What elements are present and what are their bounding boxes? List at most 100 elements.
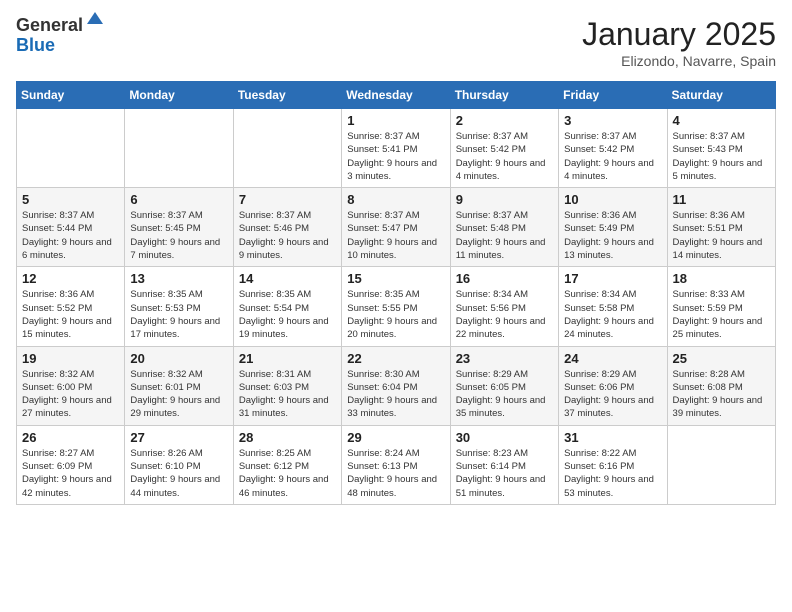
calendar-cell: 10 Sunrise: 8:36 AM Sunset: 5:49 PM Dayli… xyxy=(559,188,667,267)
calendar-header-wednesday: Wednesday xyxy=(342,82,450,109)
calendar-cell: 26 Sunrise: 8:27 AM Sunset: 6:09 PM Dayli… xyxy=(17,425,125,504)
day-number: 9 xyxy=(456,192,553,207)
calendar-cell: 29 Sunrise: 8:24 AM Sunset: 6:13 PM Dayli… xyxy=(342,425,450,504)
day-number: 28 xyxy=(239,430,336,445)
calendar-week-row: 1Sunrise: 8:37 AM Sunset: 5:41 PM Daylig… xyxy=(17,109,776,188)
day-info: Sunrise: 8:37 AM Sunset: 5:43 PM Dayligh… xyxy=(673,130,770,183)
day-number: 2 xyxy=(456,113,553,128)
calendar-cell: 17Sunrise: 8:34 AM Sunset: 5:58 PM Dayli… xyxy=(559,267,667,346)
calendar-cell: 6 Sunrise: 8:37 AM Sunset: 5:45 PM Daylig… xyxy=(125,188,233,267)
day-info: Sunrise: 8:22 AM Sunset: 6:16 PM Dayligh… xyxy=(564,447,661,500)
day-number: 24 xyxy=(564,351,661,366)
calendar-cell: 28Sunrise: 8:25 AM Sunset: 6:12 PM Dayli… xyxy=(233,425,341,504)
calendar-cell: 31Sunrise: 8:22 AM Sunset: 6:16 PM Dayli… xyxy=(559,425,667,504)
calendar-header-monday: Monday xyxy=(125,82,233,109)
day-number: 20 xyxy=(130,351,227,366)
day-info: Sunrise: 8:26 AM Sunset: 6:10 PM Dayligh… xyxy=(130,447,227,500)
day-info: Sunrise: 8:33 AM Sunset: 5:59 PM Dayligh… xyxy=(673,288,770,341)
day-number: 14 xyxy=(239,271,336,286)
logo-blue: Blue xyxy=(16,36,83,56)
day-info: Sunrise: 8:37 AM Sunset: 5:44 PM Dayligh… xyxy=(22,209,119,262)
calendar-cell xyxy=(17,109,125,188)
calendar-cell: 14 Sunrise: 8:35 AM Sunset: 5:54 PM Dayli… xyxy=(233,267,341,346)
logo: General Blue xyxy=(16,16,105,56)
calendar-week-row: 12Sunrise: 8:36 AM Sunset: 5:52 PM Dayli… xyxy=(17,267,776,346)
day-info: Sunrise: 8:37 AM Sunset: 5:42 PM Dayligh… xyxy=(456,130,553,183)
day-number: 27 xyxy=(130,430,227,445)
day-info: Sunrise: 8:24 AM Sunset: 6:13 PM Dayligh… xyxy=(347,447,444,500)
day-info: Sunrise: 8:37 AM Sunset: 5:46 PM Dayligh… xyxy=(239,209,336,262)
day-number: 16 xyxy=(456,271,553,286)
page-header: General Blue January 2025 Elizondo, Nava… xyxy=(16,16,776,69)
calendar-header-friday: Friday xyxy=(559,82,667,109)
calendar-table: SundayMondayTuesdayWednesdayThursdayFrid… xyxy=(16,81,776,505)
day-number: 25 xyxy=(673,351,770,366)
calendar-cell: 24 Sunrise: 8:29 AM Sunset: 6:06 PM Dayli… xyxy=(559,346,667,425)
day-info: Sunrise: 8:32 AM Sunset: 6:01 PM Dayligh… xyxy=(130,368,227,421)
day-info: Sunrise: 8:29 AM Sunset: 6:05 PM Dayligh… xyxy=(456,368,553,421)
calendar-cell: 23 Sunrise: 8:29 AM Sunset: 6:05 PM Dayli… xyxy=(450,346,558,425)
day-number: 18 xyxy=(673,271,770,286)
calendar-week-row: 19 Sunrise: 8:32 AM Sunset: 6:00 PM Dayli… xyxy=(17,346,776,425)
calendar-cell: 11Sunrise: 8:36 AM Sunset: 5:51 PM Dayli… xyxy=(667,188,775,267)
calendar-cell: 13 Sunrise: 8:35 AM Sunset: 5:53 PM Dayli… xyxy=(125,267,233,346)
day-info: Sunrise: 8:32 AM Sunset: 6:00 PM Dayligh… xyxy=(22,368,119,421)
calendar-week-row: 5 Sunrise: 8:37 AM Sunset: 5:44 PM Daylig… xyxy=(17,188,776,267)
calendar-cell: 18 Sunrise: 8:33 AM Sunset: 5:59 PM Dayli… xyxy=(667,267,775,346)
title-block: January 2025 Elizondo, Navarre, Spain xyxy=(582,16,776,69)
calendar-cell: 12Sunrise: 8:36 AM Sunset: 5:52 PM Dayli… xyxy=(17,267,125,346)
day-info: Sunrise: 8:34 AM Sunset: 5:58 PM Dayligh… xyxy=(564,288,661,341)
calendar-header-sunday: Sunday xyxy=(17,82,125,109)
day-number: 13 xyxy=(130,271,227,286)
day-number: 6 xyxy=(130,192,227,207)
day-number: 30 xyxy=(456,430,553,445)
day-number: 5 xyxy=(22,192,119,207)
logo-icon xyxy=(85,8,105,28)
day-info: Sunrise: 8:37 AM Sunset: 5:47 PM Dayligh… xyxy=(347,209,444,262)
day-info: Sunrise: 8:31 AM Sunset: 6:03 PM Dayligh… xyxy=(239,368,336,421)
location: Elizondo, Navarre, Spain xyxy=(582,53,776,69)
calendar-cell: 1Sunrise: 8:37 AM Sunset: 5:41 PM Daylig… xyxy=(342,109,450,188)
calendar-cell: 30 Sunrise: 8:23 AM Sunset: 6:14 PM Dayli… xyxy=(450,425,558,504)
day-number: 23 xyxy=(456,351,553,366)
day-number: 7 xyxy=(239,192,336,207)
calendar-cell: 20 Sunrise: 8:32 AM Sunset: 6:01 PM Dayli… xyxy=(125,346,233,425)
day-number: 8 xyxy=(347,192,444,207)
day-info: Sunrise: 8:35 AM Sunset: 5:54 PM Dayligh… xyxy=(239,288,336,341)
day-info: Sunrise: 8:35 AM Sunset: 5:55 PM Dayligh… xyxy=(347,288,444,341)
day-info: Sunrise: 8:35 AM Sunset: 5:53 PM Dayligh… xyxy=(130,288,227,341)
calendar-cell xyxy=(667,425,775,504)
day-info: Sunrise: 8:30 AM Sunset: 6:04 PM Dayligh… xyxy=(347,368,444,421)
calendar-cell: 2 Sunrise: 8:37 AM Sunset: 5:42 PM Daylig… xyxy=(450,109,558,188)
calendar-cell: 3 Sunrise: 8:37 AM Sunset: 5:42 PM Daylig… xyxy=(559,109,667,188)
day-number: 29 xyxy=(347,430,444,445)
day-info: Sunrise: 8:37 AM Sunset: 5:42 PM Dayligh… xyxy=(564,130,661,183)
day-number: 11 xyxy=(673,192,770,207)
day-number: 3 xyxy=(564,113,661,128)
day-number: 12 xyxy=(22,271,119,286)
day-info: Sunrise: 8:37 AM Sunset: 5:45 PM Dayligh… xyxy=(130,209,227,262)
day-info: Sunrise: 8:36 AM Sunset: 5:49 PM Dayligh… xyxy=(564,209,661,262)
calendar-cell: 5 Sunrise: 8:37 AM Sunset: 5:44 PM Daylig… xyxy=(17,188,125,267)
month-title: January 2025 xyxy=(582,16,776,53)
day-info: Sunrise: 8:27 AM Sunset: 6:09 PM Dayligh… xyxy=(22,447,119,500)
logo-general: General xyxy=(16,16,83,36)
day-number: 19 xyxy=(22,351,119,366)
day-number: 21 xyxy=(239,351,336,366)
day-number: 15 xyxy=(347,271,444,286)
calendar-cell xyxy=(233,109,341,188)
day-info: Sunrise: 8:29 AM Sunset: 6:06 PM Dayligh… xyxy=(564,368,661,421)
calendar-week-row: 26 Sunrise: 8:27 AM Sunset: 6:09 PM Dayli… xyxy=(17,425,776,504)
day-info: Sunrise: 8:23 AM Sunset: 6:14 PM Dayligh… xyxy=(456,447,553,500)
calendar-cell: 16 Sunrise: 8:34 AM Sunset: 5:56 PM Dayli… xyxy=(450,267,558,346)
day-info: Sunrise: 8:34 AM Sunset: 5:56 PM Dayligh… xyxy=(456,288,553,341)
calendar-cell xyxy=(125,109,233,188)
day-number: 10 xyxy=(564,192,661,207)
calendar-cell: 9Sunrise: 8:37 AM Sunset: 5:48 PM Daylig… xyxy=(450,188,558,267)
calendar-header-saturday: Saturday xyxy=(667,82,775,109)
calendar-cell: 22Sunrise: 8:30 AM Sunset: 6:04 PM Dayli… xyxy=(342,346,450,425)
calendar-cell: 4 Sunrise: 8:37 AM Sunset: 5:43 PM Daylig… xyxy=(667,109,775,188)
day-number: 26 xyxy=(22,430,119,445)
day-number: 4 xyxy=(673,113,770,128)
calendar-cell: 19 Sunrise: 8:32 AM Sunset: 6:00 PM Dayli… xyxy=(17,346,125,425)
